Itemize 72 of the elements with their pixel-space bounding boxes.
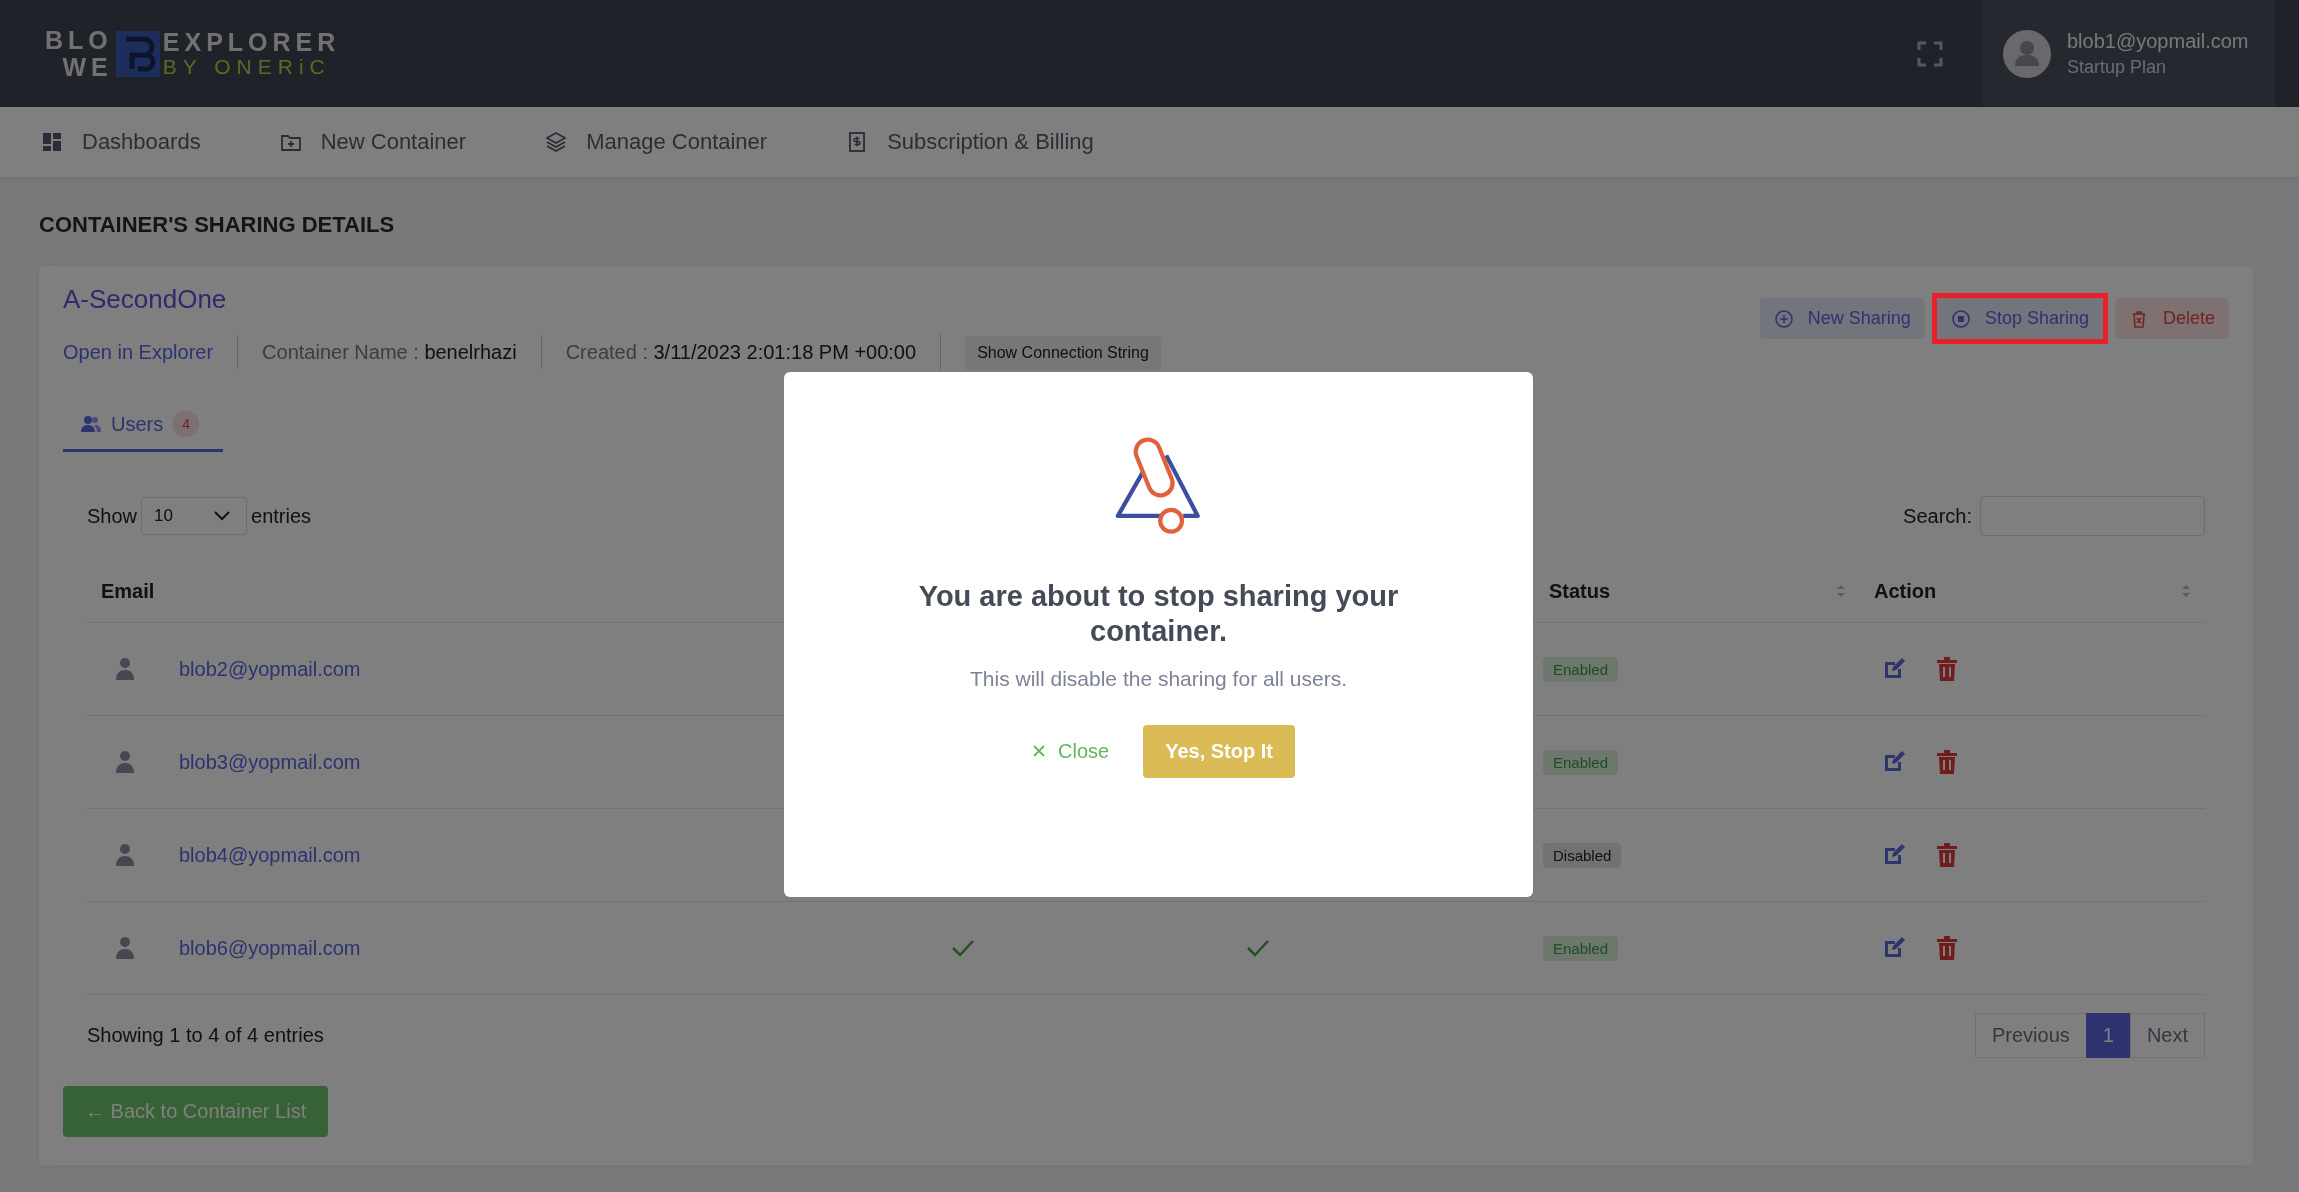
container-title: A-SecondOne [63,284,228,315]
edit-icon[interactable] [1882,657,1906,681]
meta-text: Created : 3/11/2023 2:01:18 PM +00:00 [540,335,941,369]
user-icon [115,750,135,774]
page-title: CONTAINER'S SHARING DETAILS [39,212,396,238]
search-label: Search: [1903,504,1972,528]
close-button[interactable]: Close [1022,729,1120,773]
trash-icon[interactable] [1936,750,1958,774]
delete-button[interactable]: Delete [2114,298,2229,339]
nav-item[interactable]: New Container [280,129,467,155]
page-button[interactable]: Previous [1974,1013,2087,1058]
show-label: Show [87,504,138,528]
sort-icon[interactable] [1836,583,1846,599]
logo-text: EXPLORER [162,29,341,56]
close-icon [1032,744,1046,759]
email-link[interactable]: blob2@yopmail.com [179,657,361,681]
logo-text: WE [61,53,113,80]
email-link[interactable]: blob3@yopmail.com [179,750,361,774]
status-badge: Enabled [1543,749,1619,775]
sort-icon[interactable] [2181,583,2191,599]
plus-circle-icon [1773,308,1794,329]
user-plan: Startup Plan [2067,56,2168,78]
logo-text: BLO [45,27,113,54]
meta-text: Container Name : benelrhazi [237,335,541,369]
status-badge: Enabled [1543,656,1619,682]
dollar-receipt-icon [847,132,868,152]
folder-plus-icon [280,132,301,152]
user-email: blob1@yopmail.com [2067,29,2249,53]
page-button[interactable]: 1 [2085,1013,2131,1058]
user-icon [115,843,135,867]
nav-item[interactable]: Subscription & Billing [847,129,1094,155]
column-header: Action [1874,579,1937,603]
column-header: Status [1549,579,1611,603]
confirm-button[interactable]: Yes, Stop It [1143,724,1295,778]
trash-icon[interactable] [1936,843,1958,867]
status-badge: Disabled [1543,842,1622,868]
dashboard-grid-icon [42,132,62,152]
column-header: Email [101,579,155,603]
user-panel[interactable]: blob1@yopmail.com Startup Plan [1983,0,2275,107]
entries-select[interactable]: 10 [141,497,248,535]
back-button[interactable]: ← Back to Container List [63,1086,329,1137]
chevron-down-icon [214,511,231,521]
user-icon [115,657,135,681]
email-link[interactable]: blob4@yopmail.com [179,843,361,867]
trash-icon[interactable] [1936,657,1958,681]
count-badge: 4 [173,411,200,437]
stop-sharing-button[interactable]: Stop Sharing [1936,298,2103,339]
show-connection-button[interactable]: Show Connection String [965,336,1161,370]
nav-item[interactable]: Dashboards [42,129,201,155]
edit-icon[interactable] [1882,843,1906,867]
email-link[interactable]: blob6@yopmail.com [179,936,361,960]
nav-item[interactable]: Manage Container [546,129,768,155]
fullscreen-icon[interactable] [1917,40,1943,67]
layers-icon [546,132,567,152]
edit-icon[interactable] [1882,936,1906,960]
entries-label: entries [251,504,312,528]
logo-mark-icon [115,30,160,77]
user-icon [115,936,135,960]
open-explorer-link[interactable]: Open in Explorer [63,335,238,369]
new-sharing-button[interactable]: New Sharing [1759,298,1925,339]
dialog-title: You are about to stop sharing your container. [917,579,1400,649]
entries-info: Showing 1 to 4 of 4 entries [87,1024,324,1047]
logo-tagline: BY ONERiC [162,55,332,78]
status-badge: Enabled [1543,935,1619,961]
trash-icon[interactable] [1936,936,1958,960]
users-icon [81,415,101,433]
stop-circle-icon [1950,308,1971,329]
page-button[interactable]: Next [2129,1013,2205,1058]
dialog-message: This will disable the sharing for all users. [970,666,1347,691]
avatar-icon [2003,29,2051,78]
edit-icon[interactable] [1882,750,1906,774]
users-tab[interactable]: Users 4 [63,411,224,452]
